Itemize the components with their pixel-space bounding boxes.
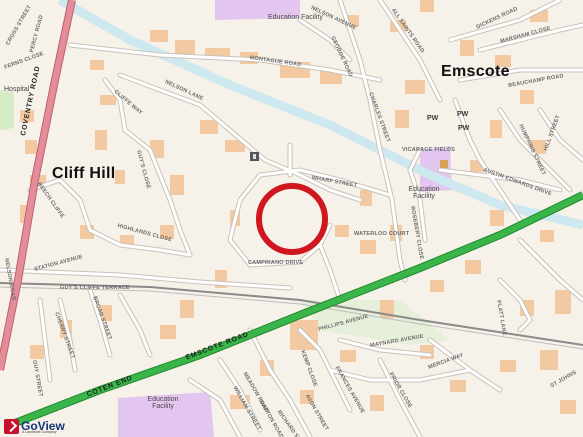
hospital-label: Hospital [4,86,30,93]
goview-logo: GoView A Landmark Company [4,417,65,435]
pw-label-1: PW [427,115,439,122]
facility-label-north: Education Facility [268,14,323,21]
goview-logo-tagline: A Landmark Company [22,430,57,434]
goview-logo-mark-icon [4,418,19,434]
facility-label-east: Education Facility [408,186,440,200]
street-label: GUY'S CLIFFE TERRACE [60,285,130,291]
street-label: VICARAGE FIELDS [402,147,456,153]
area-label-emscote: Emscote [441,63,510,80]
pw-label-3: PW [458,125,470,132]
facility-label-south: Education Facility [147,396,179,410]
street-label: CAMPRIANO DRIVE [248,260,304,266]
place-of-worship-icon [440,160,448,168]
map[interactable]: Cliff Hill Emscote Education Facility Ed… [0,0,583,437]
pw-label-2: PW [457,111,469,118]
street-label: WATERLOO COURT [354,231,410,237]
hospital-green [0,90,14,130]
area-label-cliff-hill: Cliff Hill [52,165,116,182]
